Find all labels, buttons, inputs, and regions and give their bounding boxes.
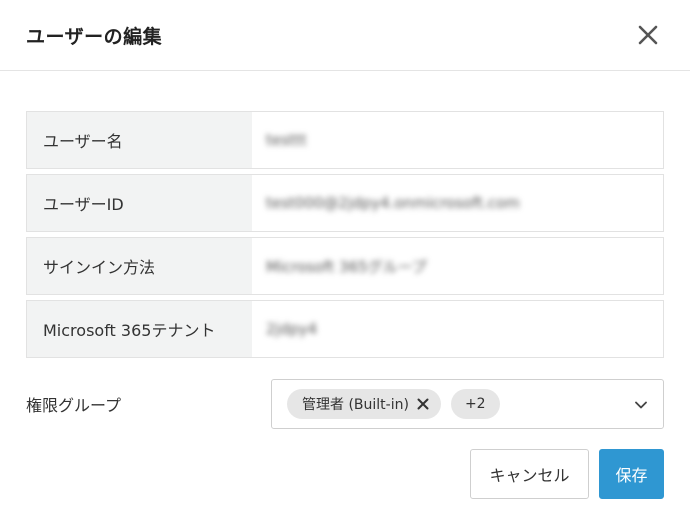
dropdown-toggle[interactable] [633, 397, 649, 413]
username-value: testtt [266, 131, 307, 149]
signin-method-value: Microsoft 365グループ [266, 257, 427, 276]
group-chip-admin: 管理者 (Built-in) [287, 389, 441, 419]
userid-label: ユーザーID [27, 175, 252, 231]
userid-value: test000@2jdpy4.onmicrosoft.com [266, 194, 520, 212]
tenant-label: Microsoft 365テナント [27, 301, 252, 357]
dialog-header: ユーザーの編集 [0, 0, 690, 71]
group-chip-more[interactable]: +2 [450, 389, 500, 419]
permission-group-row: 権限グループ 管理者 (Built-in) +2 [26, 379, 664, 429]
close-button[interactable] [634, 21, 662, 49]
permission-group-label: 権限グループ [26, 396, 122, 415]
dialog-title: ユーザーの編集 [26, 25, 163, 48]
close-icon [417, 398, 429, 410]
edit-user-dialog: ユーザーの編集 ユーザー名 testtt ユーザーID test000@2jdp… [0, 0, 690, 525]
chevron-down-icon [635, 401, 647, 409]
info-row-signin-method: サインイン方法 Microsoft 365グループ [26, 237, 664, 295]
cancel-button[interactable]: キャンセル [470, 449, 589, 499]
info-row-username: ユーザー名 testtt [26, 111, 664, 169]
user-info-table: ユーザー名 testtt ユーザーID test000@2jdpy4.onmic… [26, 111, 664, 363]
username-label: ユーザー名 [27, 112, 252, 168]
permission-group-select[interactable]: 管理者 (Built-in) +2 [271, 379, 664, 429]
group-chip-more-label: +2 [464, 396, 486, 412]
signin-method-label: サインイン方法 [27, 238, 252, 294]
dialog-footer: キャンセル 保存 [470, 449, 664, 499]
tenant-value: 2jdpy4 [266, 320, 318, 338]
save-button[interactable]: 保存 [599, 449, 664, 499]
info-row-userid: ユーザーID test000@2jdpy4.onmicrosoft.com [26, 174, 664, 232]
close-icon [638, 25, 658, 45]
info-row-tenant: Microsoft 365テナント 2jdpy4 [26, 300, 664, 358]
group-chip-label: 管理者 (Built-in) [302, 397, 409, 413]
chip-remove-button[interactable] [417, 398, 429, 410]
